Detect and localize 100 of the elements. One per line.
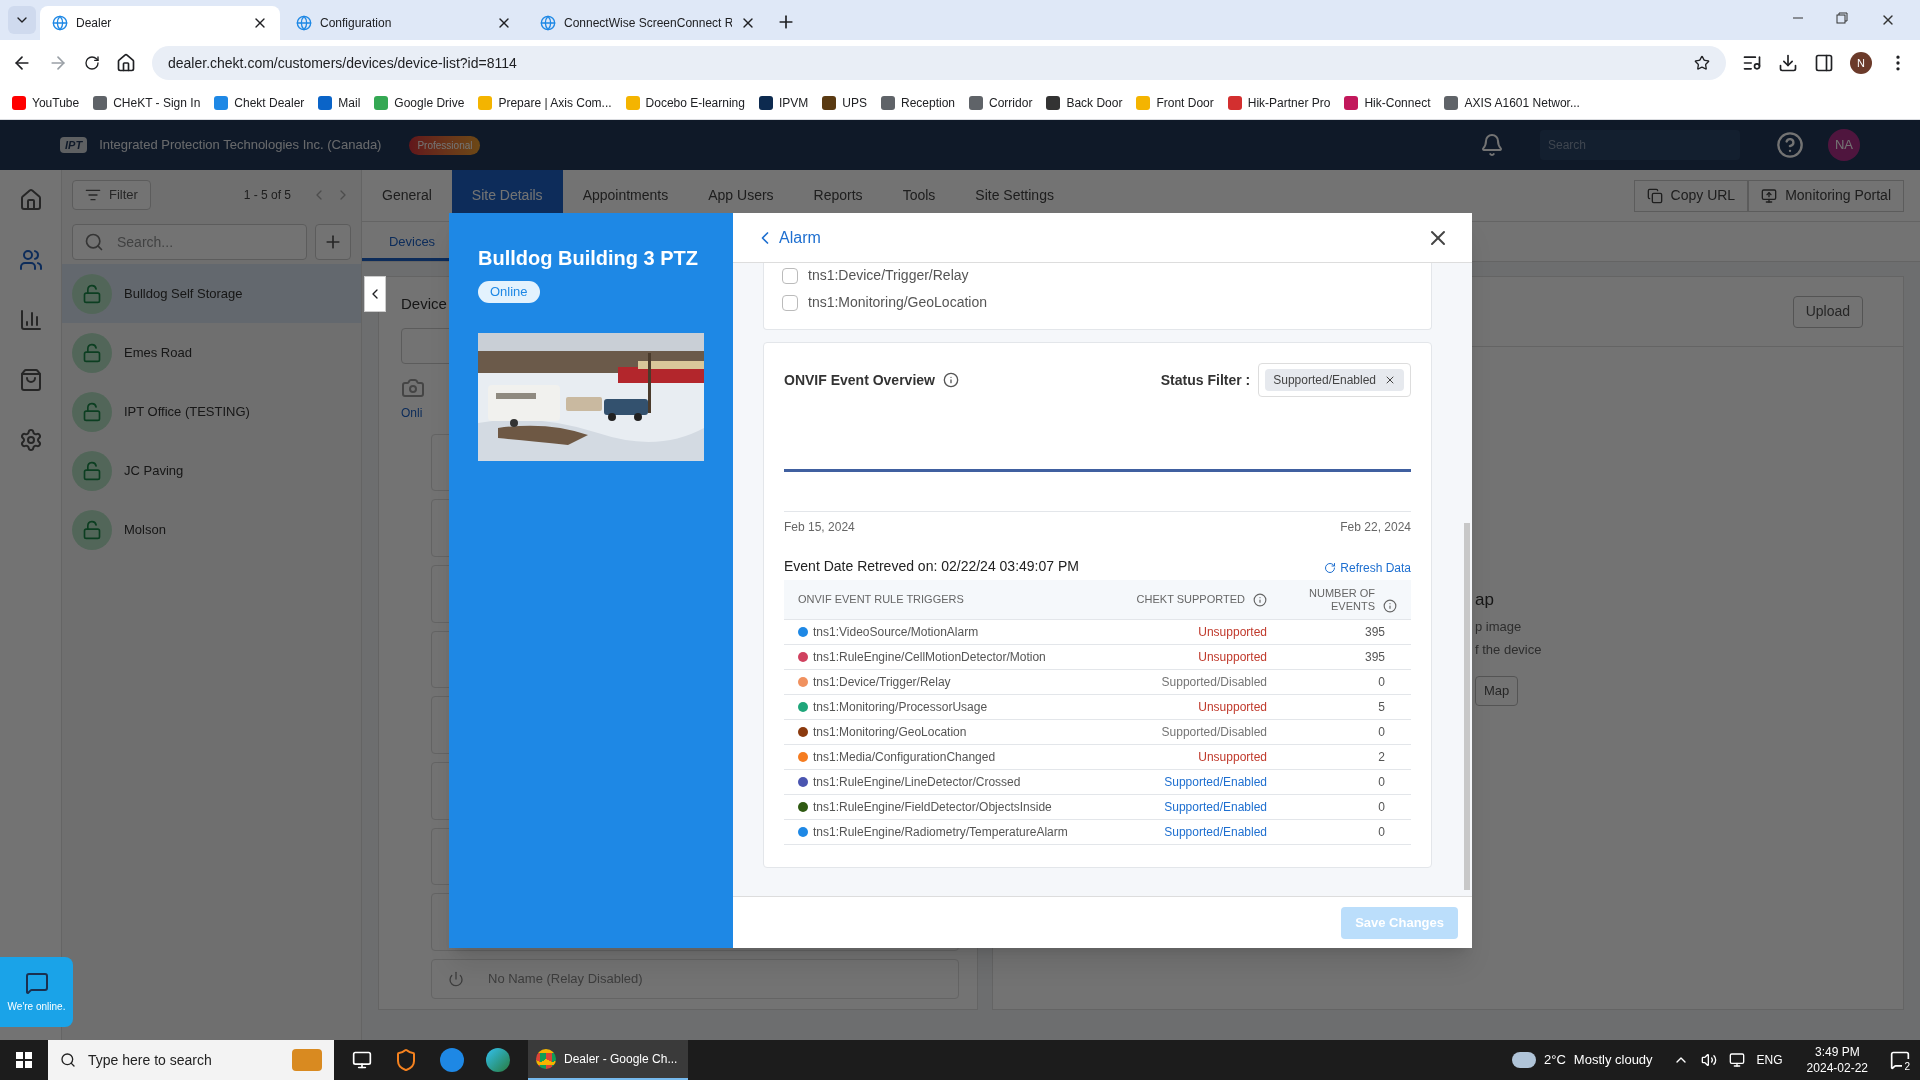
reload-icon[interactable]	[84, 55, 100, 71]
axis-label: Feb 22, 2024	[1340, 519, 1411, 536]
table-cell-text: 0	[1377, 799, 1386, 816]
table-cell-text: Supported/Disabled	[1160, 674, 1267, 691]
checkbox-label: tns1:Device/Trigger/Relay	[808, 266, 969, 285]
users-icon[interactable]	[18, 248, 43, 272]
taskbar-window[interactable]: Dealer - Google Ch...	[528, 1040, 688, 1080]
panel-title: Device	[401, 294, 447, 314]
address-field[interactable]: dealer.chekt.com/customers/devices/device-list?id=8114	[152, 46, 1726, 80]
info-icon[interactable]	[942, 372, 959, 388]
tab-title: ConnectWise ScreenConnect R	[564, 15, 732, 32]
bookmark[interactable]: YouTube	[12, 93, 80, 112]
action-button[interactable]: Monitoring Portal	[1748, 179, 1904, 212]
table-cell-text: 2	[1377, 749, 1386, 766]
tab-title: Dealer	[76, 15, 113, 32]
language[interactable]: ENG	[1756, 1051, 1783, 1069]
temperature: 2°C	[1544, 1051, 1566, 1070]
table-cell-text: tns1:VideoSource/MotionAlarm	[813, 624, 980, 641]
bookmark[interactable]: Chekt Dealer	[214, 93, 305, 112]
add-button[interactable]	[315, 224, 351, 260]
table-cell-text: 0	[1377, 724, 1386, 741]
bookmark[interactable]: IPVM	[758, 93, 809, 112]
settings-icon[interactable]	[18, 428, 43, 452]
table-cell-text: Unsupported	[1197, 649, 1267, 666]
notification-icon	[1890, 1050, 1910, 1070]
volume-icon[interactable]	[1700, 1052, 1717, 1068]
table-cell-text: Supported/Enabled	[1163, 799, 1267, 816]
action-button[interactable]: Copy URL	[1633, 179, 1749, 212]
company-name: Integrated Protection Technologies Inc. (Canada)	[99, 136, 382, 155]
table-cell-text: 0	[1377, 774, 1386, 791]
company-logo: IPT	[60, 136, 88, 154]
bookmark[interactable]: CHeKT - Sign In	[93, 93, 201, 112]
lock-open-icon	[72, 450, 112, 491]
chart-icon[interactable]	[18, 308, 43, 332]
filter-chip[interactable]: Supported/Enabled	[1265, 369, 1404, 391]
chat-status: We're online.	[7, 999, 66, 1014]
lock-open-icon	[72, 509, 112, 550]
browser-tab[interactable]: Dealer	[40, 6, 280, 40]
search-icon	[60, 1052, 76, 1068]
card-title: ONVIF Event Overview	[784, 370, 935, 390]
map-description: f the device	[1475, 641, 1542, 659]
download-icon[interactable]	[1778, 53, 1798, 73]
bookmark[interactable]: Hik-Partner Pro	[1227, 93, 1331, 112]
taskbar-search[interactable]: Type here to search	[48, 1040, 334, 1080]
map-description: p image	[1475, 617, 1522, 636]
browser-tab[interactable]: ConnectWise ScreenConnect R	[528, 6, 768, 40]
refresh-link[interactable]: Refresh Data	[1324, 559, 1411, 577]
table-cell-text: Supported/Disabled	[1160, 724, 1267, 741]
help-icon[interactable]	[1776, 131, 1804, 159]
bookmark[interactable]: Mail	[318, 93, 361, 112]
bookmark[interactable]: Docebo E-learning	[625, 93, 745, 112]
windows-logo-icon	[16, 1052, 32, 1068]
copy-icon	[1646, 187, 1663, 204]
bookmark[interactable]: Back Door	[1046, 93, 1123, 112]
site-item[interactable]: IPT Office (TESTING)	[62, 382, 361, 441]
bookmark[interactable]: UPS	[822, 93, 867, 112]
collapse-button[interactable]	[364, 276, 386, 312]
clock[interactable]: 3:49 PM 2024-02-22	[1794, 1044, 1880, 1076]
bookmark[interactable]: Reception	[881, 93, 956, 112]
weather-text: Mostly cloudy	[1573, 1051, 1653, 1070]
checkbox[interactable]	[782, 294, 798, 311]
status-filter[interactable]: Supported/Enabled	[1258, 363, 1411, 397]
table-cell-text: tns1:RuleEngine/FieldDetector/ObjectsInside	[813, 799, 1053, 816]
filter-label: Status Filter :	[1160, 370, 1251, 390]
home-icon[interactable]	[116, 53, 136, 73]
table-cell-text: tns1:RuleEngine/LineDetector/Crossed	[813, 774, 1022, 791]
nav-tab[interactable]: General	[362, 170, 452, 221]
side-panel-icon[interactable]	[1814, 53, 1834, 73]
media-icon[interactable]	[1742, 53, 1762, 73]
restore-icon[interactable]	[1836, 12, 1848, 24]
info-icon[interactable]	[1383, 598, 1397, 613]
bookmark[interactable]: AXIS A1601 Networ...	[1444, 93, 1580, 112]
checkbox[interactable]	[782, 267, 798, 284]
table-cell-text: 395	[1363, 624, 1386, 641]
star-icon[interactable]	[1694, 55, 1710, 71]
bell-icon[interactable]	[1480, 133, 1504, 157]
lock-open-icon	[72, 332, 112, 373]
site-item[interactable]: Molson	[62, 500, 361, 559]
bookmark[interactable]: Hik-Connect	[1344, 93, 1431, 112]
bookmark[interactable]: Front Door	[1136, 93, 1214, 112]
axis-label: Feb 15, 2024	[784, 519, 855, 536]
status-badge: Online	[478, 281, 540, 303]
profile-avatar[interactable]: N	[1850, 52, 1872, 74]
table-cell-text: 0	[1377, 674, 1386, 691]
table-cell-text: tns1:Monitoring/ProcessorUsage	[813, 699, 989, 716]
site-item[interactable]: JC Paving	[62, 441, 361, 500]
browser-tab[interactable]: Configuration	[284, 6, 524, 40]
tab-search-button[interactable]	[8, 6, 36, 34]
info-icon[interactable]	[1253, 592, 1267, 607]
bag-icon[interactable]	[18, 368, 43, 392]
site-item[interactable]: Emes Road	[62, 323, 361, 382]
monitor-icon	[1761, 187, 1778, 204]
bookmark[interactable]: Google Drive	[374, 93, 465, 112]
bookmark[interactable]: Corridor	[969, 93, 1033, 112]
notifications-button[interactable]: 2	[1880, 1040, 1920, 1080]
shield-app-icon[interactable]	[394, 1048, 418, 1072]
back-link[interactable]: Alarm	[755, 225, 821, 250]
table-cell-text: Unsupported	[1197, 699, 1267, 716]
lock-open-icon	[72, 391, 112, 432]
bookmark[interactable]: Prepare | Axis Com...	[478, 93, 612, 112]
